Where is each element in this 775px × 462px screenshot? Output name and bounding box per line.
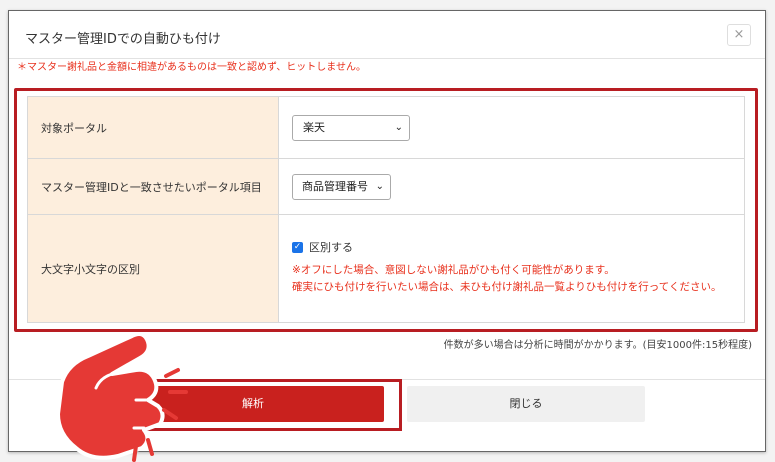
pointing-hand-icon	[56, 332, 188, 462]
mismatch-notice: ＊マスター謝礼品と金額に相違があるものは一致と認めず、ヒットしません。	[17, 62, 366, 73]
row-label-portal-field: マスター管理IDと一致させたいポータル項目	[27, 158, 279, 215]
dialog-header: マスター管理IDでの自動ひも付け ×	[9, 11, 765, 59]
row-label-case-sensitivity: 大文字小文字の区別	[27, 214, 279, 323]
row-label-portal: 対象ポータル	[27, 96, 279, 159]
chevron-down-icon: ⌄	[394, 121, 403, 133]
row-value-portal: 楽天 ⌄	[278, 96, 745, 159]
case-sensitive-checkbox-row[interactable]: ✓ 区別する	[292, 239, 744, 255]
portal-field-select-value: 商品管理番号	[302, 179, 368, 193]
table-row: マスター管理IDと一致させたいポータル項目 商品管理番号 ⌄	[27, 158, 745, 215]
portal-field-select[interactable]: 商品管理番号 ⌄	[292, 173, 391, 200]
settings-table: 対象ポータル 楽天 ⌄ マスター管理IDと一致させたいポータル項目 商品管理番号…	[27, 96, 745, 323]
warning-line-1: ※オフにした場合、意図しない謝礼品がひも付く可能性があります。	[292, 264, 615, 276]
case-sensitive-checkbox-label[interactable]: 区別する	[309, 239, 353, 255]
table-row: 大文字小文字の区別 ✓ 区別する ※オフにした場合、意図しない謝礼品がひも付く可…	[27, 214, 745, 323]
warning-line-2: 確実にひも付けを行いたい場合は、未ひも付け謝礼品一覧よりひも付けを行ってください…	[292, 281, 722, 293]
dialog-title: マスター管理IDでの自動ひも付け	[25, 32, 221, 47]
row-value-portal-field: 商品管理番号 ⌄	[278, 158, 745, 215]
table-row: 対象ポータル 楽天 ⌄	[27, 96, 745, 159]
portal-select[interactable]: 楽天 ⌄	[292, 114, 410, 141]
row-value-case-sensitivity: ✓ 区別する ※オフにした場合、意図しない謝礼品がひも付く可能性があります。 確…	[278, 214, 745, 323]
portal-select-value: 楽天	[303, 120, 325, 134]
close-icon[interactable]: ×	[727, 24, 751, 46]
processing-time-hint: 件数が多い場合は分析に時間がかかります。(目安1000件:15秒程度)	[443, 340, 752, 351]
chevron-down-icon: ⌄	[375, 180, 384, 192]
case-sensitivity-warning: ※オフにした場合、意図しない謝礼品がひも付く可能性があります。 確実にひも付けを…	[292, 262, 744, 296]
close-button[interactable]: 閉じる	[407, 386, 645, 422]
check-icon[interactable]: ✓	[292, 241, 303, 253]
